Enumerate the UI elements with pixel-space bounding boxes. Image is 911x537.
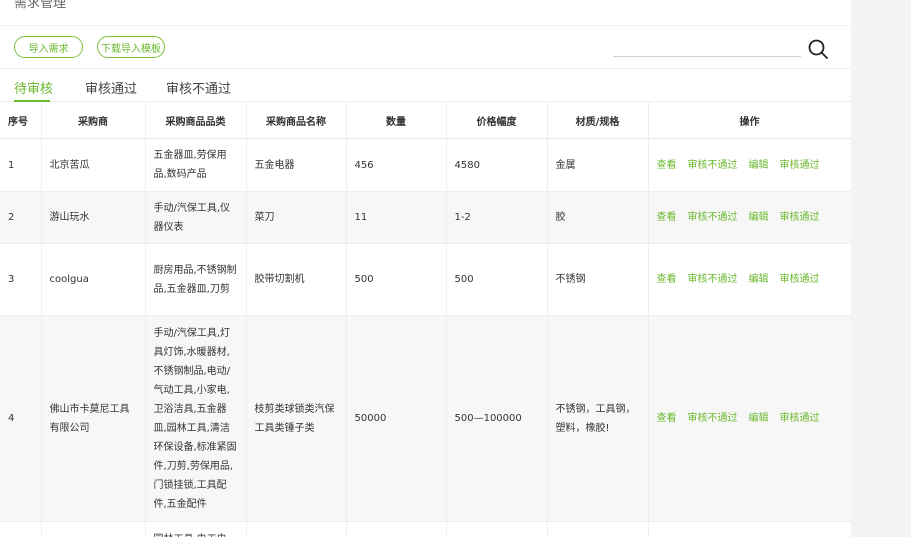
view-link[interactable]: 查看 — [657, 274, 677, 285]
cell-buyer: 游山玩水 — [41, 191, 146, 244]
cell-actions: 查看 审核不通过 编辑 审核通过 — [648, 138, 851, 192]
cell-price — [446, 521, 548, 537]
approve-link[interactable]: 审核通过 — [780, 413, 820, 424]
cell-index: 4 — [0, 315, 42, 522]
cell-actions: 查看 审核不通过 编辑 审核通过 — [648, 243, 851, 316]
main-panel: 需求管理 导入需求 下载导入模板 待审核 审核通过 审核不通过 序号 采购商 采… — [0, 0, 851, 537]
tab-pending[interactable]: 待审核 — [14, 78, 53, 97]
column-header-product: 采购商品名称 — [246, 102, 347, 139]
tab-approved[interactable]: 审核通过 — [85, 78, 137, 97]
cell-index: 3 — [0, 243, 42, 316]
column-header-index: 序号 — [0, 102, 42, 139]
column-header-material: 材质/规格 — [547, 102, 649, 139]
cell-category: 厨房用品,不锈钢制品,五金器皿,刀剪 — [145, 243, 247, 316]
divider — [0, 68, 851, 69]
column-header-price: 价格幅度 — [446, 102, 548, 139]
column-header-buyer: 采购商 — [41, 102, 146, 139]
cell-buyer — [41, 521, 146, 537]
cell-product — [246, 521, 347, 537]
cell-buyer: coolgua — [41, 243, 146, 316]
cell-category: 五金器皿,劳保用品,数码产品 — [145, 138, 247, 192]
tab-rejected[interactable]: 审核不通过 — [166, 78, 231, 97]
column-header-actions: 操作 — [648, 102, 851, 139]
search-icon[interactable] — [807, 38, 829, 60]
reject-link[interactable]: 审核不通过 — [688, 274, 738, 285]
import-demand-button[interactable]: 导入需求 — [14, 36, 83, 58]
edit-link[interactable]: 编辑 — [749, 274, 769, 285]
approve-link[interactable]: 审核通过 — [780, 274, 820, 285]
column-header-category: 采购商品品类 — [145, 102, 247, 139]
view-link[interactable]: 查看 — [657, 160, 677, 171]
table-row: 3 coolgua 厨房用品,不锈钢制品,五金器皿,刀剪 胶带切割机 500 5… — [0, 243, 851, 316]
cell-quantity: 456 — [346, 138, 447, 192]
download-template-button[interactable]: 下载导入模板 — [97, 36, 165, 58]
cell-material: 胶 — [547, 191, 649, 244]
cell-material: 不锈钢 — [547, 243, 649, 316]
view-link[interactable]: 查看 — [657, 413, 677, 424]
cell-material — [547, 521, 649, 537]
search-input[interactable] — [613, 56, 801, 57]
cell-actions: 查看 审核不通过 编辑 审核通过 — [648, 315, 851, 522]
cell-price: 500—100000 — [446, 315, 548, 522]
cell-index: 2 — [0, 191, 42, 244]
cell-buyer: 佛山市卡莫尼工具有限公司 — [41, 315, 146, 522]
cell-price: 500 — [446, 243, 548, 316]
approve-link[interactable]: 审核通过 — [780, 160, 820, 171]
edit-link[interactable]: 编辑 — [749, 413, 769, 424]
cell-product: 胶带切割机 — [246, 243, 347, 316]
table-row: 1 北京苦瓜 五金器皿,劳保用品,数码产品 五金电器 456 4580 金属 查… — [0, 138, 851, 192]
cell-actions: 查看 审核不通过 编辑 审核通过 — [648, 191, 851, 244]
cell-index — [0, 521, 42, 537]
cell-quantity: 500 — [346, 243, 447, 316]
reject-link[interactable]: 审核不通过 — [688, 413, 738, 424]
column-header-quantity: 数量 — [346, 102, 447, 139]
cell-quantity: 50000 — [346, 315, 447, 522]
cell-category: 园林工具,电工电 — [145, 521, 247, 537]
cell-price: 1-2 — [446, 191, 548, 244]
cell-price: 4580 — [446, 138, 548, 192]
table-header-row: 序号 采购商 采购商品品类 采购商品名称 数量 价格幅度 材质/规格 操作 — [0, 102, 851, 139]
cell-category: 手动/汽保工具,灯具灯饰,水暖器材,不锈钢制品,电动/气动工具,小家电,卫浴洁具… — [145, 315, 247, 522]
cell-material: 金属 — [547, 138, 649, 192]
edit-link[interactable]: 编辑 — [749, 212, 769, 223]
divider — [0, 25, 851, 26]
cell-product: 五金电器 — [246, 138, 347, 192]
view-link[interactable]: 查看 — [657, 212, 677, 223]
cell-product: 枝剪类球锁类汽保工具类锤子类 — [246, 315, 347, 522]
table-row: 园林工具,电工电 — [0, 521, 851, 537]
approve-link[interactable]: 审核通过 — [780, 212, 820, 223]
cell-quantity — [346, 521, 447, 537]
demand-table: 序号 采购商 采购商品品类 采购商品名称 数量 价格幅度 材质/规格 操作 1 … — [0, 102, 851, 537]
cell-category: 手动/汽保工具,仪器仪表 — [145, 191, 247, 244]
cell-product: 菜刀 — [246, 191, 347, 244]
reject-link[interactable]: 审核不通过 — [688, 160, 738, 171]
page-title: 需求管理 — [14, 0, 67, 11]
cell-quantity: 11 — [346, 191, 447, 244]
table-row: 4 佛山市卡莫尼工具有限公司 手动/汽保工具,灯具灯饰,水暖器材,不锈钢制品,电… — [0, 315, 851, 522]
edit-link[interactable]: 编辑 — [749, 160, 769, 171]
cell-actions — [648, 521, 851, 537]
table-row: 2 游山玩水 手动/汽保工具,仪器仪表 菜刀 11 1-2 胶 查看 审核不通过编… — [0, 191, 851, 244]
right-panel — [851, 0, 911, 537]
cell-buyer: 北京苦瓜 — [41, 138, 146, 192]
cell-material: 不锈钢，工具钢，塑料，橡胶! — [547, 315, 649, 522]
cell-index: 1 — [0, 138, 42, 192]
reject-link[interactable]: 审核不通过 — [688, 212, 738, 223]
